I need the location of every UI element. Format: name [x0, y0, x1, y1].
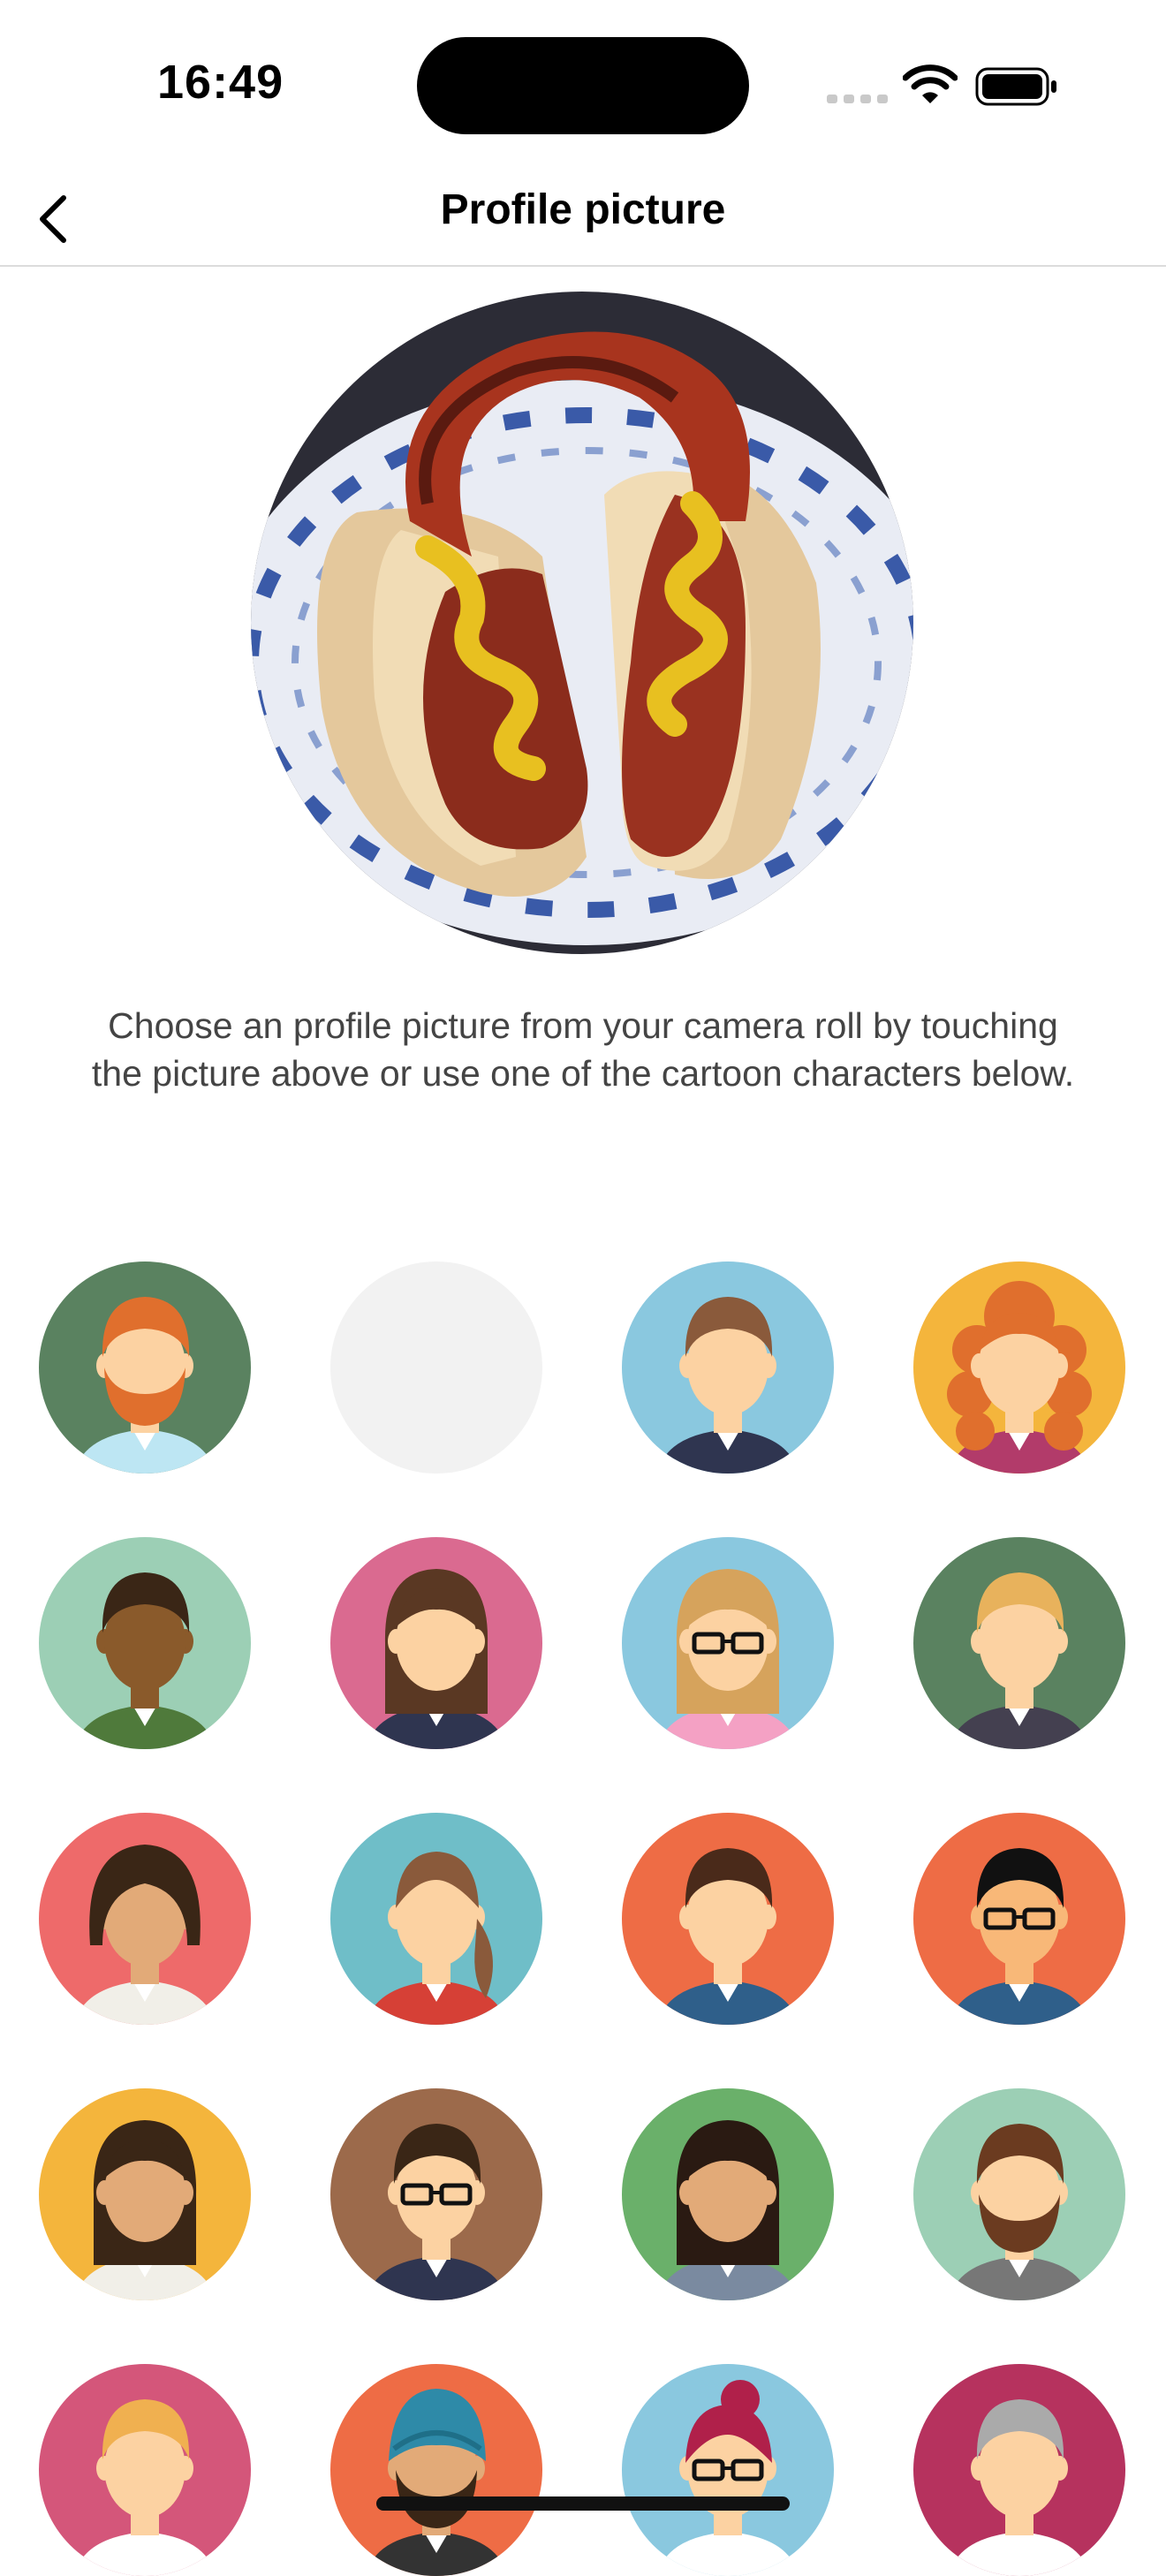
avatar-option[interactable]: [330, 1537, 542, 1749]
avatar-option[interactable]: [39, 1261, 251, 1474]
cartoon-avatar-icon: [949, 2399, 1090, 2576]
profile-photo[interactable]: [251, 292, 913, 954]
home-indicator: [376, 2496, 790, 2511]
battery-icon: [975, 67, 1056, 106]
avatar-option[interactable]: [622, 2364, 834, 2576]
status-time: 16:49: [157, 56, 284, 109]
cellular-signal-icon: [827, 92, 894, 108]
avatar-option[interactable]: [39, 2364, 251, 2576]
avatar-option[interactable]: [622, 1261, 834, 1474]
cartoon-avatar-icon: [74, 1845, 216, 2025]
avatar-option[interactable]: [330, 2364, 542, 2576]
cartoon-avatar-icon: [657, 1569, 799, 1749]
avatar-option[interactable]: [622, 2088, 834, 2300]
cartoon-avatar-icon: [657, 2380, 799, 2576]
avatar-option[interactable]: [913, 2088, 1125, 2300]
avatar-option[interactable]: [913, 1537, 1125, 1749]
cartoon-avatar-icon: [949, 2124, 1090, 2300]
avatar-option[interactable]: [913, 1813, 1125, 2025]
cartoon-avatar-icon: [74, 2399, 216, 2576]
cartoon-avatar-icon: [74, 2120, 216, 2300]
cartoon-avatar-icon: [74, 1297, 216, 1474]
avatar-option[interactable]: [330, 1813, 542, 2025]
cartoon-avatar-icon: [949, 1848, 1090, 2025]
avatar-option[interactable]: [622, 1537, 834, 1749]
hot-dog-photo-image: [251, 292, 913, 954]
wifi-icon: [903, 64, 958, 103]
cartoon-avatar-icon: [657, 1297, 799, 1474]
cartoon-avatar-icon: [366, 2389, 507, 2576]
avatar-option-empty[interactable]: [330, 1261, 542, 1474]
avatar-option[interactable]: [39, 2088, 251, 2300]
status-bar: 16:49: [0, 0, 1166, 168]
page-title: Profile picture: [440, 186, 726, 233]
navigation-bar: Profile picture: [0, 168, 1166, 267]
avatar-option[interactable]: [913, 2364, 1125, 2576]
avatar-option[interactable]: [622, 1813, 834, 2025]
avatar-option[interactable]: [39, 1813, 251, 2025]
cartoon-avatar-icon: [657, 1848, 799, 2025]
avatar-option[interactable]: [39, 1537, 251, 1749]
cartoon-avatar-icon: [74, 1572, 216, 1749]
cartoon-avatar-icon: [366, 2124, 507, 2300]
cartoon-avatar-icon: [366, 1852, 507, 2025]
cartoon-avatar-icon: [947, 1281, 1092, 1474]
cartoon-avatar-icon: [949, 1572, 1090, 1749]
cartoon-avatar-icon: [657, 2120, 799, 2300]
avatar-option[interactable]: [330, 2088, 542, 2300]
dynamic-island: [417, 37, 749, 134]
cartoon-avatar-icon: [366, 1569, 507, 1749]
avatar-option[interactable]: [913, 1261, 1125, 1474]
instructions-text: Choose an profile picture from your came…: [91, 1005, 1075, 1094]
